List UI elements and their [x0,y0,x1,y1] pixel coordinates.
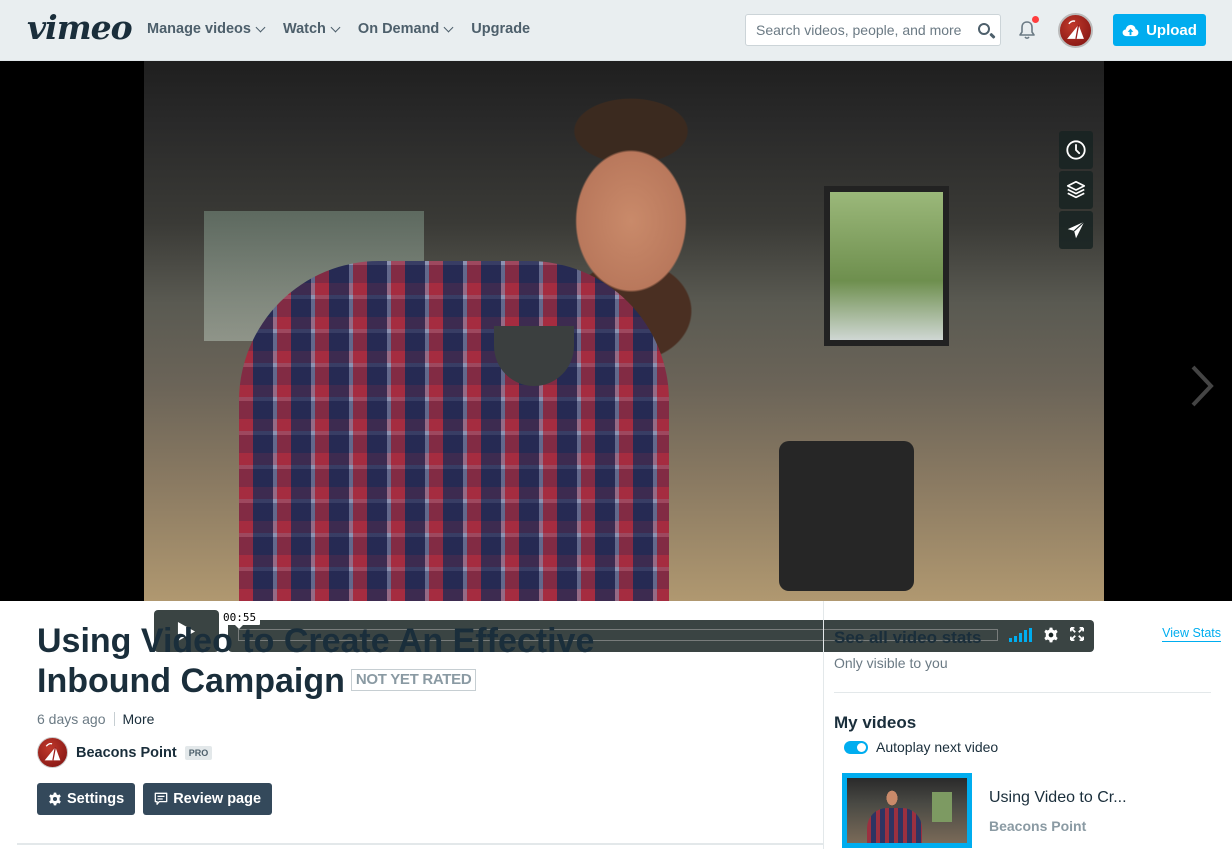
nav-link-label: On Demand [357,21,440,37]
list-item-owner[interactable]: Beacons Point [989,818,1086,834]
comment-icon [154,792,168,805]
chevron-down-icon [330,22,341,32]
video-background-chair [779,441,914,591]
search-icon[interactable] [978,23,990,35]
notification-dot [1032,16,1039,23]
collections-button[interactable] [1059,171,1093,209]
settings-label: Settings [67,791,125,807]
share-button[interactable] [1059,211,1093,249]
section-divider [17,843,824,845]
upload-button[interactable]: Upload [1113,14,1206,46]
video-background-door [824,186,949,346]
gear-icon [49,792,61,806]
bell-icon [1019,21,1035,40]
review-page-button[interactable]: Review page [143,783,273,815]
beacons-point-logo-icon [44,742,61,761]
chevron-right-icon [1191,365,1214,407]
notifications-button[interactable] [1018,16,1039,40]
video-actions: Settings Review page [37,783,273,815]
thumbnail-window [932,792,952,822]
nav-link-label: Watch [282,21,326,37]
cloud-upload-icon [1122,24,1139,36]
autoplay-label: Autoplay next video [876,739,999,755]
beacons-point-logo-icon [1067,20,1084,40]
video-title-text: Using Video to Create An Effective Inbou… [37,622,595,700]
paper-plane-icon [1067,221,1085,239]
view-stats-link[interactable]: View Stats [1162,626,1221,642]
autoplay-toggle[interactable] [844,740,868,754]
stats-subtitle: Only visible to you [834,655,948,671]
video-player: 00:55 [0,61,1232,652]
nav-links: Manage videos Watch On Demand Upgrade [147,21,530,37]
video-details: Using Video to Create An Effective Inbou… [0,601,824,849]
clock-icon [1066,140,1086,160]
nav-manage-videos[interactable]: Manage videos [147,21,266,37]
upload-label: Upload [1146,21,1197,39]
chevron-down-icon [443,22,454,32]
video-subject-shirt [239,261,669,601]
more-link[interactable]: More [123,711,155,727]
rating-badge: NOT YET RATED [350,669,477,692]
owner-name[interactable]: Beacons Point [76,745,177,761]
watch-later-button[interactable] [1059,131,1093,169]
player-side-tools [1059,131,1093,249]
upload-age: 6 days ago [37,711,106,727]
chevron-down-icon [255,22,266,32]
meta-separator [113,712,115,726]
nav-link-label: Manage videos [147,21,251,37]
nav-link-label: Upgrade [471,21,531,37]
stats-heading: See all video stats [834,628,982,647]
autoplay-setting: Autoplay next video [844,739,998,755]
thumbnail-subject [867,808,922,843]
review-page-label: Review page [173,791,262,807]
nav-watch[interactable]: Watch [282,21,341,37]
nav-on-demand[interactable]: On Demand [357,21,454,37]
user-avatar[interactable] [1058,13,1093,48]
list-item-title[interactable]: Using Video to Cr... [989,789,1127,807]
settings-button[interactable]: Settings [37,783,136,815]
search-box [745,14,1001,46]
video-owner: Beacons Point PRO [37,737,213,768]
my-videos-heading: My videos [834,713,917,732]
video-thumbnail[interactable] [842,773,972,848]
sidebar: See all video stats Only visible to you … [825,601,1232,849]
pro-badge: PRO [184,745,213,760]
search-input[interactable] [746,15,966,45]
layers-icon [1066,180,1086,199]
vimeo-logo[interactable]: vimeo [27,8,133,47]
video-meta: 6 days ago More [37,711,154,727]
sidebar-divider [834,692,1211,693]
owner-avatar[interactable] [37,737,68,768]
video-title: Using Video to Create An Effective Inbou… [37,621,737,701]
next-video-button[interactable] [1188,364,1216,408]
nav-upgrade[interactable]: Upgrade [471,21,530,37]
top-navigation: vimeo Manage videos Watch On Demand Upgr… [0,0,1232,61]
video-frame[interactable] [144,61,1104,601]
